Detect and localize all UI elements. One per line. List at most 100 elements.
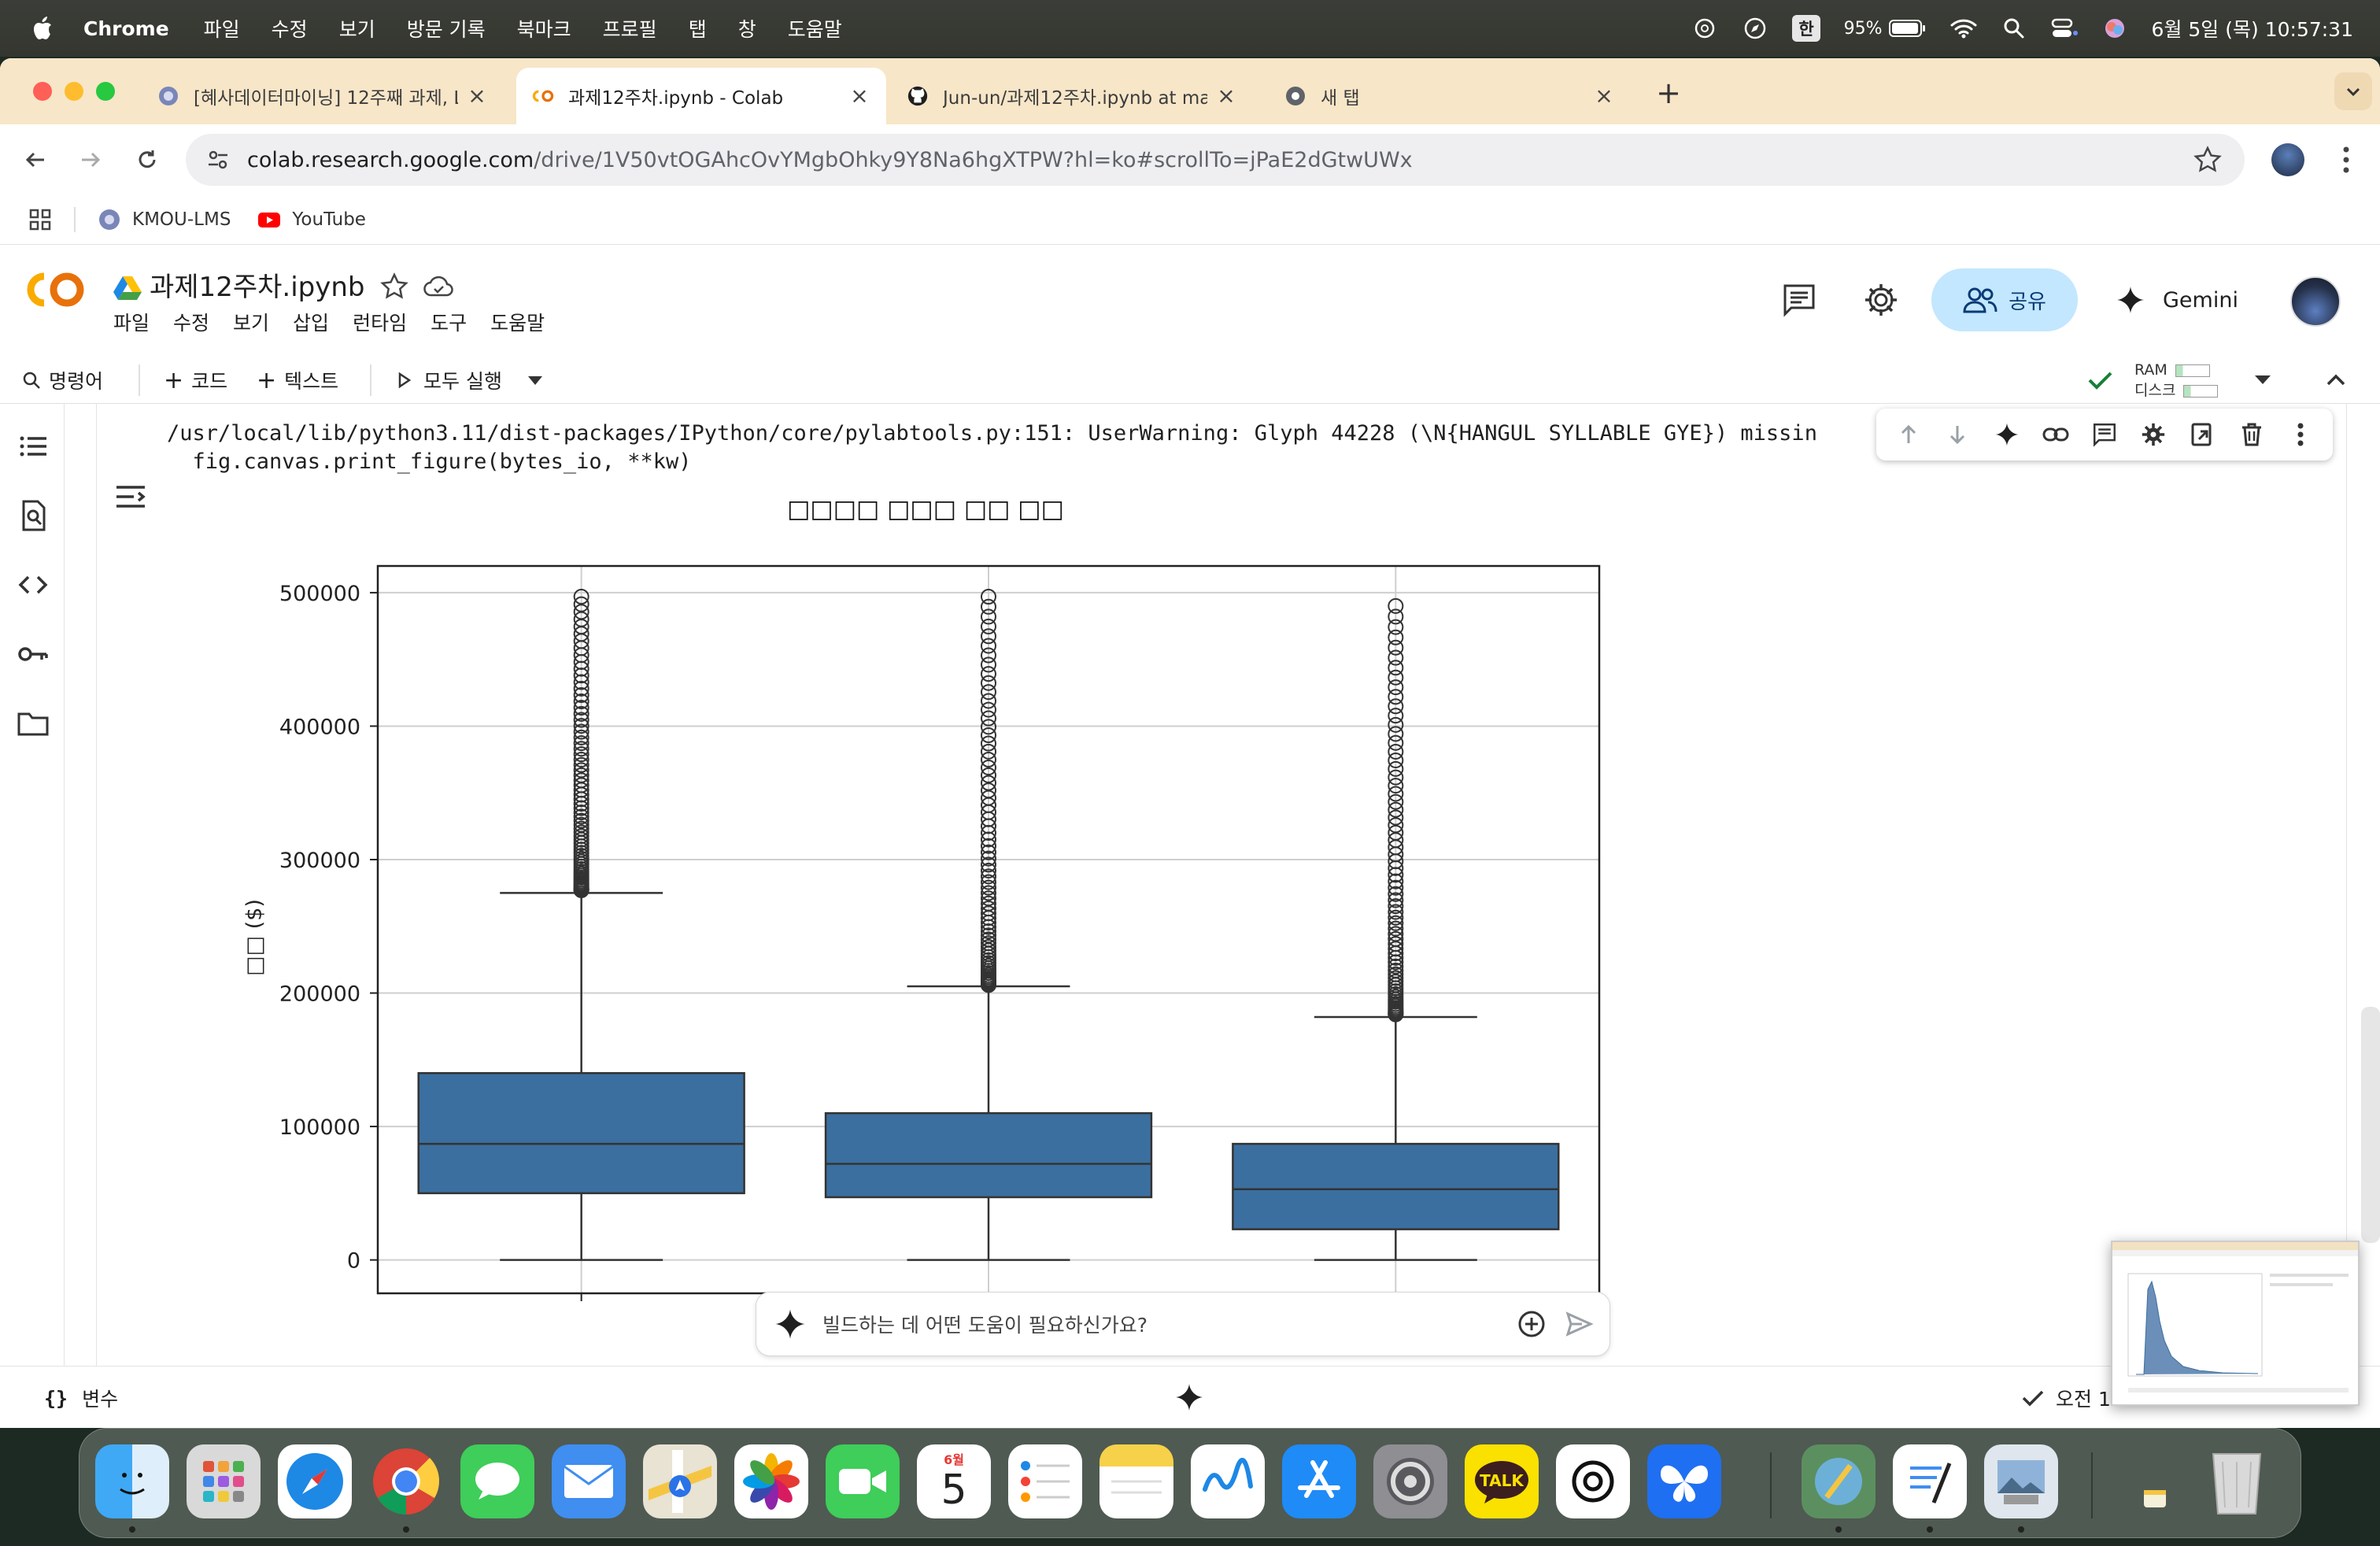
compass-status-icon[interactable] — [1742, 15, 1768, 42]
input-source-indicator[interactable]: 한 — [1792, 15, 1820, 42]
menu-file[interactable]: 파일 — [204, 14, 240, 43]
link-to-cell-button[interactable] — [2040, 419, 2071, 450]
reminders-icon[interactable] — [1008, 1444, 1082, 1518]
gemini-prompt-bar[interactable]: 빌드하는 데 어떤 도움이 필요하신가요? — [756, 1292, 1610, 1356]
gemini-prompt-placeholder[interactable]: 빌드하는 데 어떤 도움이 필요하신가요? — [822, 1310, 1517, 1338]
screenshot-thumbnail[interactable] — [2111, 1241, 2360, 1406]
wifi-icon[interactable] — [1950, 15, 1977, 42]
notes-icon[interactable] — [1099, 1444, 1173, 1518]
profile-avatar[interactable] — [2271, 143, 2304, 176]
finder-icon[interactable] — [95, 1444, 169, 1518]
send-icon[interactable] — [1564, 1309, 1594, 1339]
output-actions-icon[interactable] — [112, 478, 150, 516]
colab-menu-tools[interactable]: 도구 — [431, 308, 467, 336]
more-cell-actions-button[interactable] — [2285, 419, 2316, 450]
more-vert-icon[interactable] — [2334, 142, 2358, 178]
launchpad-icon[interactable] — [187, 1444, 261, 1518]
mirror-cell-button[interactable] — [2186, 419, 2218, 450]
photos-icon[interactable] — [734, 1444, 808, 1518]
menu-help[interactable]: 도움말 — [788, 14, 842, 43]
cell-settings-button[interactable] — [2138, 419, 2169, 450]
folder-icon[interactable] — [16, 706, 50, 741]
tab-lms-assignment[interactable]: [혜사데이터마이닝] 12주째 과제, L × — [142, 68, 504, 124]
tab-colab-notebook[interactable]: 과제12주차.ipynb - Colab × — [516, 68, 886, 124]
table-of-contents-icon[interactable] — [16, 429, 50, 464]
close-window-button[interactable] — [33, 82, 52, 101]
tab-new-tab[interactable]: 새 탭 × — [1269, 68, 1631, 124]
caret-down-icon[interactable] — [526, 372, 545, 388]
move-up-button[interactable] — [1893, 419, 1924, 450]
notebook-scrollbar[interactable] — [2361, 1007, 2380, 1243]
command-palette-button[interactable]: 명령어 — [22, 366, 103, 394]
cloud-saved-icon[interactable] — [422, 272, 455, 301]
menu-history[interactable]: 방문 기록 — [407, 14, 486, 43]
close-tab-icon[interactable]: × — [1593, 85, 1615, 107]
chrome-icon[interactable] — [369, 1444, 443, 1518]
close-tab-icon[interactable]: × — [848, 85, 870, 107]
menu-profiles[interactable]: 프로필 — [603, 14, 657, 43]
colab-menu-edit[interactable]: 수정 — [173, 308, 209, 336]
control-center-icon[interactable] — [2051, 15, 2078, 42]
execution-status[interactable]: 오전 1 — [2021, 1384, 2111, 1412]
colab-menu-view[interactable]: 보기 — [233, 308, 269, 336]
notebook-title[interactable]: 과제12주차.ipynb — [150, 265, 364, 304]
chevron-up-icon[interactable] — [2322, 366, 2350, 394]
facetime-icon[interactable] — [826, 1444, 900, 1518]
colab-menu-help[interactable]: 도움말 — [490, 308, 545, 336]
account-avatar[interactable] — [2290, 276, 2341, 327]
google-drive-icon[interactable] — [113, 275, 142, 300]
menu-bookmarks[interactable]: 북마크 — [517, 14, 571, 43]
mail-icon[interactable] — [552, 1444, 626, 1518]
gemini-button[interactable]: Gemini — [2116, 268, 2265, 331]
code-snippets-icon[interactable] — [16, 568, 50, 602]
share-button[interactable]: 공유 — [1931, 268, 2078, 331]
menu-tab[interactable]: 탭 — [689, 14, 707, 43]
calendar-icon[interactable]: 6월 5 — [917, 1444, 991, 1518]
connected-check-icon[interactable] — [2086, 366, 2114, 394]
zoom-window-button[interactable] — [96, 82, 115, 101]
resource-meter[interactable]: RAM 디스크 — [2134, 360, 2219, 401]
gear-icon[interactable] — [1862, 281, 1900, 319]
app-store-icon[interactable] — [1282, 1444, 1356, 1518]
comment-icon[interactable] — [1780, 281, 1818, 319]
preview-icon[interactable] — [1984, 1444, 2058, 1518]
spotlight-search-icon[interactable] — [2001, 15, 2027, 42]
add-circle-icon[interactable] — [1517, 1309, 1547, 1339]
colab-menu-insert[interactable]: 삽입 — [293, 308, 329, 336]
kakaotalk-icon[interactable]: TALK — [1465, 1444, 1539, 1518]
reload-button[interactable] — [129, 142, 165, 178]
menu-app-name[interactable]: Chrome — [83, 17, 169, 40]
delete-cell-button[interactable] — [2236, 419, 2267, 450]
minimize-window-button[interactable] — [65, 82, 83, 101]
run-all-button[interactable]: 모두 실행 — [397, 366, 502, 394]
butterfly-icon[interactable] — [1647, 1444, 1721, 1518]
variables-button[interactable]: {} 변수 — [44, 1384, 118, 1412]
messages-icon[interactable] — [460, 1444, 534, 1518]
chatgpt-status-icon[interactable] — [1691, 15, 1718, 42]
close-tab-icon[interactable]: × — [466, 85, 488, 107]
move-down-button[interactable] — [1942, 419, 1973, 450]
apps-grid-icon[interactable] — [28, 208, 52, 231]
freeform-icon[interactable] — [1191, 1444, 1265, 1518]
colab-menu-file[interactable]: 파일 — [113, 308, 150, 336]
battery-status[interactable]: 95% — [1844, 19, 1927, 39]
maps-icon[interactable] — [643, 1444, 717, 1518]
caret-down-icon[interactable] — [2251, 368, 2275, 391]
add-code-cell-button[interactable]: + 코드 — [164, 366, 227, 394]
apple-logo-icon[interactable] — [30, 15, 54, 42]
site-settings-icon[interactable] — [206, 148, 230, 172]
tab-github[interactable]: Jun-un/과제12주차.ipynb at ma × — [891, 68, 1253, 124]
new-tab-button[interactable]: + — [1653, 76, 1684, 110]
gemini-cell-button[interactable] — [1991, 419, 2023, 450]
safari-icon[interactable] — [278, 1444, 352, 1518]
secrets-key-icon[interactable] — [16, 637, 50, 671]
back-button[interactable] — [17, 142, 54, 178]
textedit-icon[interactable] — [1893, 1444, 1967, 1518]
cleaner-icon[interactable] — [1802, 1444, 1876, 1518]
downloads-icon[interactable] — [2118, 1444, 2192, 1518]
menu-view[interactable]: 보기 — [339, 14, 375, 43]
bookmark-youtube[interactable]: YouTube — [257, 208, 366, 231]
tab-search-button[interactable] — [2334, 72, 2372, 110]
bookmark-kmou-lms[interactable]: KMOU-LMS — [98, 208, 231, 231]
colab-menu-runtime[interactable]: 런타임 — [353, 308, 407, 336]
